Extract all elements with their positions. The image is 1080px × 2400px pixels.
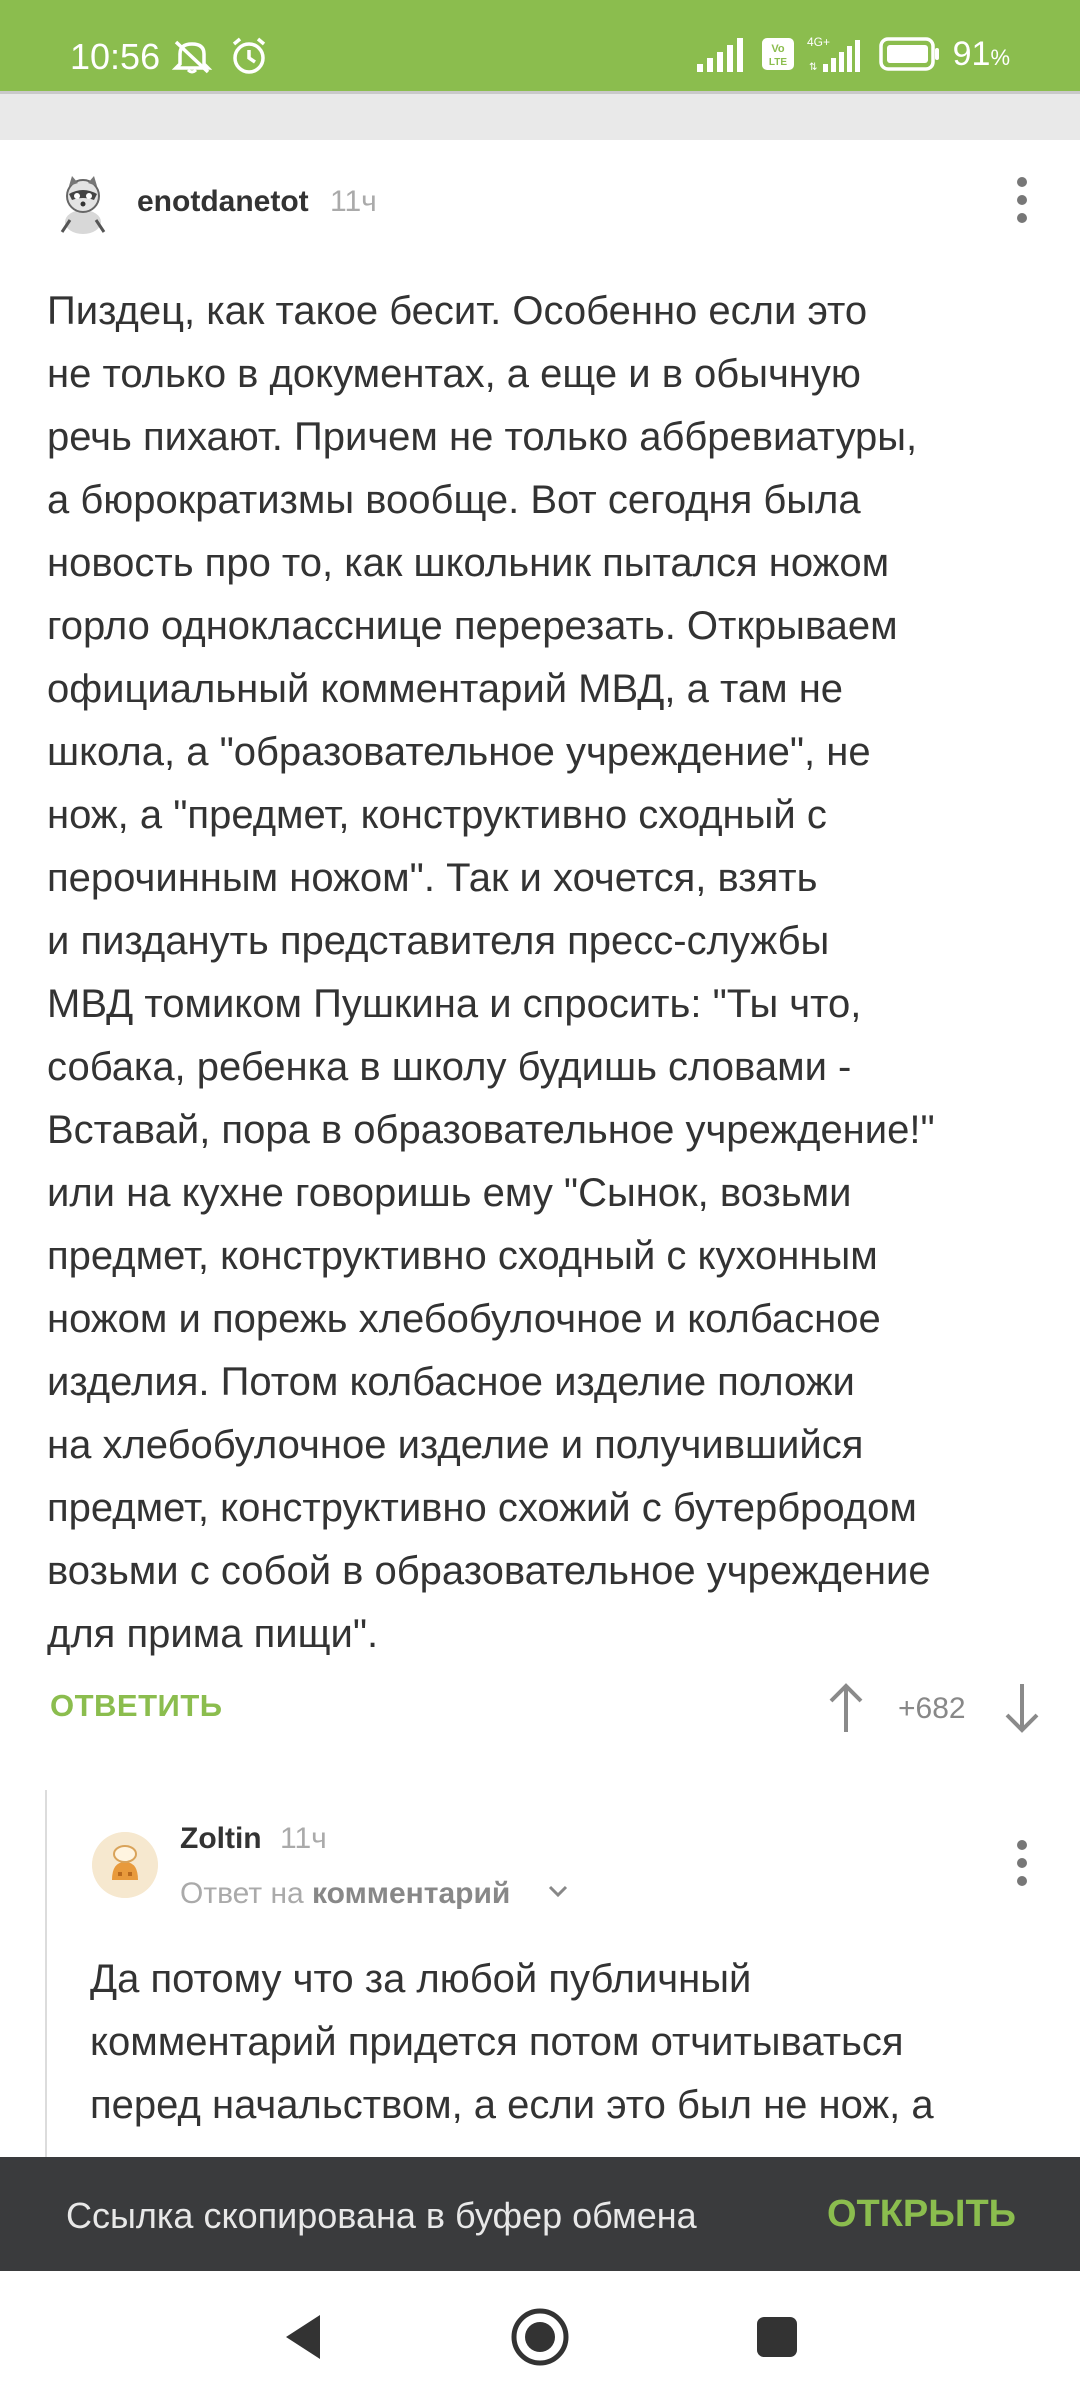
reply-to-link[interactable]: Ответ на комментарий xyxy=(180,1877,510,1911)
signal-icon xyxy=(696,38,743,72)
comment-time: 11ч xyxy=(280,1822,327,1855)
svg-text:4G+: 4G+ xyxy=(807,35,830,49)
signal-4g-icon: 4G+ ⇅ xyxy=(807,35,860,73)
recent-apps-icon[interactable] xyxy=(755,2315,799,2359)
avatar[interactable] xyxy=(50,170,116,236)
comment-text: Пиздец, как такое бесит. Особенно если э… xyxy=(47,289,935,1656)
avatar[interactable] xyxy=(92,1832,158,1898)
status-time: 10:56 xyxy=(70,36,161,77)
app-header-strip xyxy=(0,91,1080,140)
open-button[interactable]: ОТКРЫТЬ xyxy=(827,2193,1016,2236)
mute-icon xyxy=(171,40,213,74)
volte-icon: Vo LTE xyxy=(761,38,794,70)
reply-target: комментарий xyxy=(312,1877,511,1910)
reply-prefix: Ответ на xyxy=(180,1877,304,1910)
snackbar: Ссылка скопирована в буфер обмена ОТКРЫТ… xyxy=(0,2157,1080,2271)
status-bar: 10:56 Vo LTE 4G+ ⇅ 91% xyxy=(0,0,1080,91)
comment-author[interactable]: enotdanetot xyxy=(137,185,309,219)
thread-line xyxy=(45,1790,47,2160)
system-nav-bar xyxy=(0,2271,1080,2400)
svg-text:⇅: ⇅ xyxy=(809,62,817,73)
snackbar-message: Ссылка скопирована в буфер обмена xyxy=(66,2195,697,2236)
more-options-icon[interactable] xyxy=(1012,177,1032,223)
comment-text: Да потому что за любой публичный коммент… xyxy=(90,1957,934,2127)
home-icon[interactable] xyxy=(510,2307,570,2367)
chevron-down-icon[interactable] xyxy=(546,1883,570,1899)
comment-time: 11ч xyxy=(330,185,377,218)
svg-text:Vo: Vo xyxy=(771,43,785,55)
svg-text:LTE: LTE xyxy=(769,57,787,68)
comment-author[interactable]: Zoltin xyxy=(180,1822,262,1856)
alarm-icon xyxy=(232,37,266,74)
arrow-down-icon[interactable] xyxy=(1002,1682,1042,1734)
arrow-up-icon[interactable] xyxy=(826,1682,866,1734)
avatar-image xyxy=(92,1832,158,1898)
reply-button[interactable]: ОТВЕТИТЬ xyxy=(50,1688,223,1724)
battery-unit: % xyxy=(990,44,1010,70)
more-options-icon[interactable] xyxy=(1012,1840,1032,1886)
comment-rating: +682 xyxy=(898,1692,966,1725)
back-icon[interactable] xyxy=(280,2311,326,2363)
battery-icon xyxy=(878,37,939,71)
battery-percent: 91 xyxy=(952,34,991,73)
